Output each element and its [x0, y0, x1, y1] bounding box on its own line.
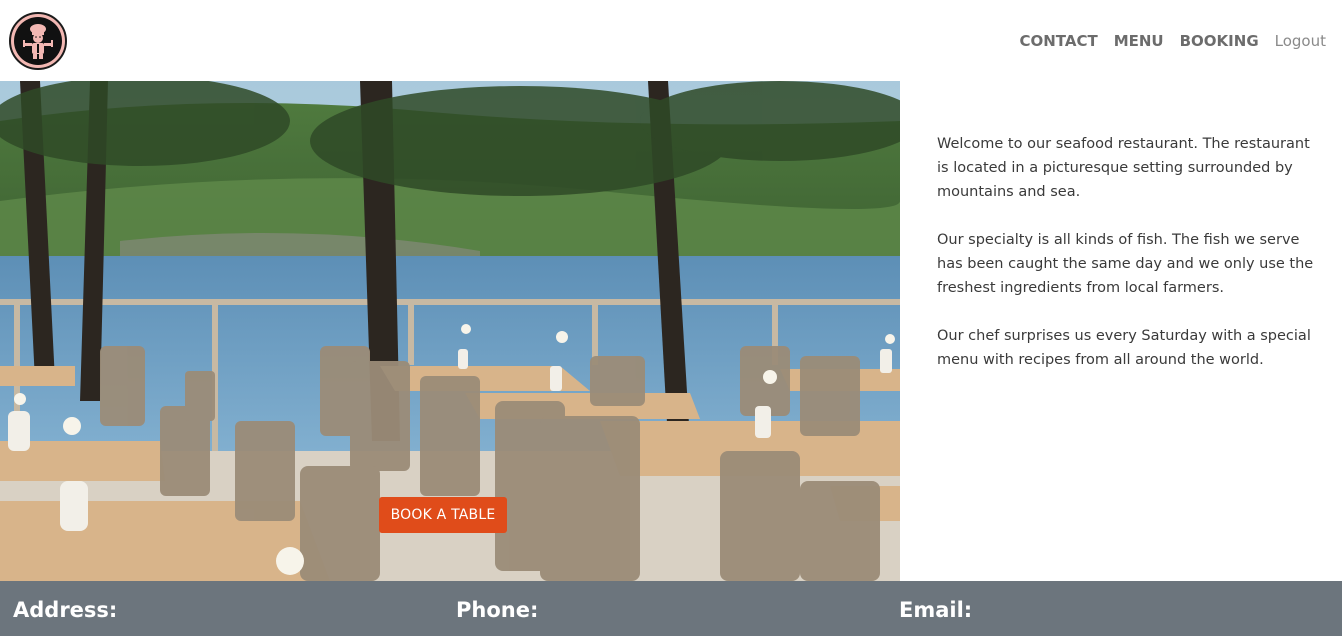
logout-link[interactable]: Logout [1267, 32, 1326, 50]
chef-logo-icon[interactable] [9, 11, 67, 70]
footer: Address: Phone: Email: [0, 581, 1342, 636]
book-table-button[interactable]: BOOK A TABLE [379, 497, 507, 533]
nav-booking-link[interactable]: BOOKING [1172, 32, 1267, 50]
nav-menu-link[interactable]: MENU [1106, 32, 1172, 50]
nav-links: CONTACT MENU BOOKING Logout [1011, 32, 1326, 50]
logo-inner [14, 16, 62, 65]
chef-figure-icon [23, 23, 53, 59]
navbar: CONTACT MENU BOOKING Logout [0, 0, 1342, 81]
about-paragraph-2: Our specialty is all kinds of fish. The … [937, 232, 1314, 296]
about-paragraph-3: Our chef surprises us every Saturday wit… [937, 328, 1311, 368]
nav-contact-link[interactable]: CONTACT [1011, 32, 1105, 50]
about-paragraph-1: Welcome to our seafood restaurant. The r… [937, 136, 1310, 200]
footer-phone-label: Phone: [456, 598, 539, 622]
hero-image: BOOK A TABLE [0, 81, 900, 581]
footer-address-label: Address: [13, 598, 118, 622]
about-text: Welcome to our seafood restaurant. The r… [937, 132, 1322, 396]
footer-email-label: Email: [899, 598, 973, 622]
